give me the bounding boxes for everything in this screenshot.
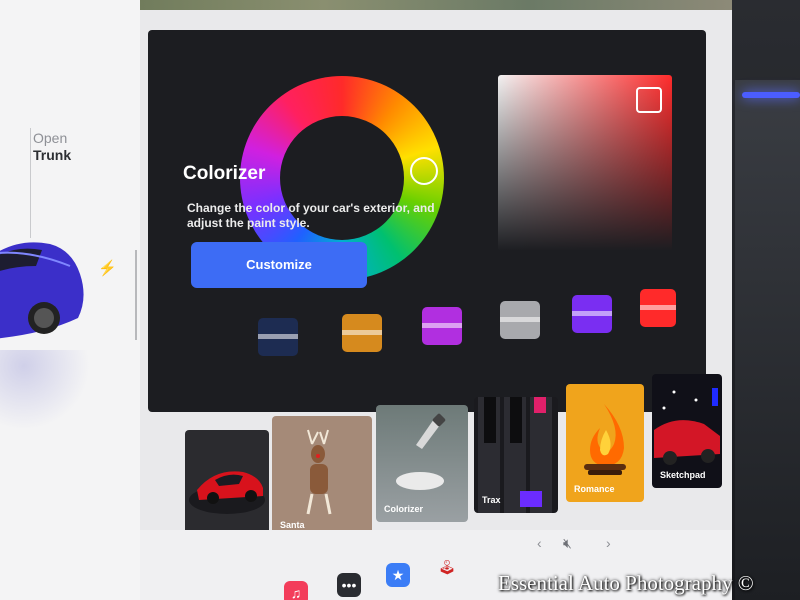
- more-dots-icon[interactable]: •••: [337, 573, 361, 597]
- map-view[interactable]: [120, 0, 732, 10]
- color-swatch[interactable]: [422, 307, 462, 345]
- app-tile-label: Colorizer: [384, 504, 424, 514]
- open-trunk-label: Trunk: [33, 147, 72, 163]
- charge-port-icon[interactable]: ⚡: [98, 259, 117, 277]
- chevron-right-icon[interactable]: ›: [606, 535, 611, 551]
- app-tile-trax[interactable]: Trax: [474, 397, 558, 513]
- app-tile-romance[interactable]: Romance: [566, 384, 644, 502]
- customize-button[interactable]: Customize: [191, 242, 367, 288]
- color-swatch[interactable]: [640, 289, 676, 327]
- app-tile-label: Trax: [482, 495, 501, 505]
- joystick-icon[interactable]: 🕹︎: [435, 555, 459, 579]
- mute-icon[interactable]: 🔇︎: [563, 535, 572, 552]
- app-tile-colorizer[interactable]: Colorizer: [376, 405, 468, 522]
- app-tile-label: Sketchpad: [660, 470, 706, 480]
- car-render: [0, 242, 84, 339]
- colorizer-description: Change the color of your car's exterior,…: [187, 201, 435, 230]
- page-title: Colorizer: [183, 163, 266, 184]
- touchscreen: Open Trunk ⚡ Colorizer Change the color …: [0, 0, 732, 600]
- toybox-icon[interactable]: ★: [386, 563, 410, 587]
- panel-divider: [135, 250, 137, 340]
- color-swatch[interactable]: [500, 301, 540, 339]
- hue-selector-handle[interactable]: [410, 157, 438, 185]
- color-swatch[interactable]: [342, 314, 382, 352]
- app-tile-sketchpad[interactable]: Sketchpad: [652, 374, 722, 488]
- color-swatch[interactable]: [572, 295, 612, 333]
- chevron-left-icon[interactable]: ‹: [537, 535, 542, 551]
- open-trunk-action: Open: [33, 130, 68, 146]
- app-tile-label: Santa: [280, 520, 305, 530]
- app-tile-santa[interactable]: Santa: [272, 416, 372, 538]
- car-reflection: [0, 350, 90, 430]
- photo-watermark: Essential Auto Photography ©: [498, 571, 754, 595]
- shade-selector-handle[interactable]: [636, 87, 662, 113]
- open-trunk-button[interactable]: Open Trunk: [33, 130, 71, 164]
- app-tile-label: Romance: [574, 484, 615, 494]
- music-icon[interactable]: ♫: [284, 581, 308, 600]
- color-swatch[interactable]: [258, 318, 298, 356]
- trunk-indicator-line: [30, 128, 31, 238]
- dashboard-trim: [735, 80, 800, 600]
- ambient-light-strip: [742, 92, 800, 98]
